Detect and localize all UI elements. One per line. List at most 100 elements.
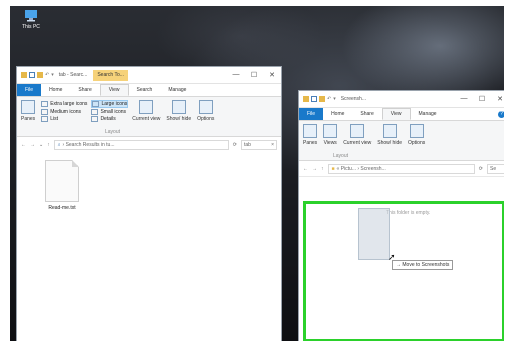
chevron-down-icon[interactable]: ▾: [51, 72, 54, 78]
layout-item-label: Medium icons: [50, 109, 82, 115]
small-icons-icon: [91, 109, 99, 115]
panes-label: Panes: [303, 140, 318, 146]
title-bar[interactable]: ↶ ▾ tab - Searc... Search To... — ☐ ✕: [17, 67, 281, 84]
close-button[interactable]: ✕: [263, 71, 281, 79]
undo-icon[interactable]: ↶: [45, 72, 49, 78]
refresh-icon[interactable]: ⟳: [233, 142, 237, 148]
address-bar-row: ← → ⌄ ↑ ⌕ › Search Results in tu... ⟳ ta…: [17, 137, 281, 153]
layout-extra-large-icons[interactable]: Extra large icons: [41, 100, 87, 108]
drag-tooltip: → Move to Screenshots: [392, 260, 454, 270]
tab-view[interactable]: View: [381, 108, 411, 120]
layout-list[interactable]: List: [41, 116, 87, 122]
back-arrow-icon[interactable]: ←: [21, 142, 26, 148]
help-icon[interactable]: ?: [498, 110, 504, 118]
views-icon: [323, 124, 338, 138]
tab-manage[interactable]: Manage: [411, 108, 445, 120]
up-arrow-icon[interactable]: ↑: [47, 142, 50, 148]
search-query: tab: [244, 141, 251, 148]
forward-arrow-icon[interactable]: →: [30, 142, 35, 148]
search-results-window: ↶ ▾ tab - Searc... Search To... — ☐ ✕ Fi…: [16, 66, 282, 341]
folder-drop-area[interactable]: This folder is empty. ➚ → Move to Screen…: [303, 201, 504, 341]
ribbon-tabs: File Home Share View Search Manage: [17, 84, 281, 97]
window-controls: — ☐ ✕: [455, 95, 504, 103]
tab-share[interactable]: Share: [352, 108, 381, 120]
current-view-group[interactable]: Current view: [343, 124, 371, 146]
back-arrow-icon[interactable]: ←: [303, 166, 308, 172]
ribbon-tabs: File Home Share View Manage ?: [299, 108, 504, 121]
tab-home[interactable]: Home: [41, 84, 70, 96]
search-input[interactable]: Se: [487, 163, 504, 174]
options-icon: [198, 100, 213, 114]
details-icon: [91, 116, 99, 122]
folder-icon: [303, 96, 309, 102]
maximize-button[interactable]: ☐: [245, 71, 263, 79]
new-folder-icon[interactable]: [319, 96, 325, 102]
this-pc-label: This PC: [22, 24, 40, 30]
panes-group[interactable]: Panes: [303, 124, 317, 146]
maximize-button[interactable]: ☐: [473, 95, 491, 103]
current-view-icon: [350, 124, 365, 138]
show-hide-label: Show/ hide: [166, 116, 192, 122]
folder-icon: ■: [331, 165, 335, 172]
minimize-button[interactable]: —: [455, 95, 473, 103]
refresh-icon[interactable]: ⟳: [479, 166, 483, 172]
current-view-label: Current view: [132, 116, 161, 122]
view-ribbon: Panes Extra large icons Large icons Medi…: [17, 97, 281, 137]
panes-group[interactable]: Panes: [21, 100, 35, 122]
chevron-down-icon[interactable]: ▾: [333, 96, 336, 102]
close-button[interactable]: ✕: [491, 95, 504, 103]
tab-share[interactable]: Share: [70, 84, 99, 96]
empty-folder-message: This folder is empty.: [386, 210, 431, 216]
minimize-button[interactable]: —: [227, 71, 245, 79]
address-path: › Search Results in tu...: [62, 141, 115, 148]
properties-icon[interactable]: [29, 72, 35, 78]
forward-arrow-icon[interactable]: →: [312, 166, 317, 172]
search-input[interactable]: tab ×: [241, 139, 277, 150]
options-label: Options: [408, 140, 426, 146]
title-bar[interactable]: ↶ ▾ Screensh... — ☐ ✕: [299, 91, 504, 108]
layout-small-icons[interactable]: Small icons: [91, 109, 128, 115]
properties-icon[interactable]: [311, 96, 317, 102]
window-controls: — ☐ ✕: [227, 71, 281, 79]
layout-options: Extra large icons Large icons Medium ico…: [41, 100, 129, 122]
screenshots-window: ↶ ▾ Screensh... — ☐ ✕ File Home Share Vi…: [298, 90, 504, 341]
tab-view[interactable]: View: [99, 84, 129, 96]
layout-large-icons[interactable]: Large icons: [91, 100, 129, 108]
layout-medium-icons[interactable]: Medium icons: [41, 109, 87, 115]
views-group[interactable]: Views: [323, 124, 338, 146]
desktop: This PC ↶ ▾ tab - Searc... Search To... …: [10, 6, 504, 341]
up-arrow-icon[interactable]: ↑: [321, 166, 324, 172]
options-group[interactable]: Options: [197, 100, 214, 122]
show-hide-label: Show/ hide: [377, 140, 403, 146]
undo-icon[interactable]: ↶: [327, 96, 331, 102]
this-pc-desktop-icon[interactable]: This PC: [14, 10, 48, 30]
layout-item-label: List: [50, 116, 58, 122]
address-bar[interactable]: ■ « Pictu... › Screensh...: [327, 163, 475, 174]
computer-icon: [25, 10, 37, 22]
extra-large-icons-icon: [41, 101, 49, 107]
tab-file[interactable]: File: [17, 84, 42, 96]
options-icon: [409, 124, 424, 138]
chevron-down-icon[interactable]: ⌄: [39, 142, 43, 148]
navigation-pane-icon: [303, 124, 318, 138]
file-item-readme[interactable]: Read-me.txt: [39, 160, 85, 211]
tab-home[interactable]: Home: [323, 108, 352, 120]
quick-access-toolbar: ↶ ▾: [17, 72, 54, 78]
current-view-icon: [139, 100, 154, 114]
close-icon[interactable]: ×: [271, 142, 274, 148]
tab-manage[interactable]: Manage: [160, 84, 194, 96]
address-path: « Pictu... › Screensh...: [336, 165, 386, 172]
tab-file[interactable]: File: [299, 108, 324, 120]
current-view-label: Current view: [343, 140, 372, 146]
search-tools-tab[interactable]: Search To...: [93, 69, 128, 81]
show-hide-group[interactable]: Show/ hide: [166, 100, 191, 122]
options-label: Options: [197, 116, 215, 122]
options-group[interactable]: Options: [408, 124, 425, 146]
current-view-group[interactable]: Current view: [132, 100, 160, 122]
show-hide-group[interactable]: Show/ hide: [377, 124, 402, 146]
tab-search[interactable]: Search: [129, 84, 161, 96]
new-folder-icon[interactable]: [37, 72, 43, 78]
layout-group-label: Layout: [105, 129, 121, 135]
address-bar[interactable]: ⌕ › Search Results in tu...: [53, 139, 229, 150]
layout-details[interactable]: Details: [91, 116, 128, 122]
